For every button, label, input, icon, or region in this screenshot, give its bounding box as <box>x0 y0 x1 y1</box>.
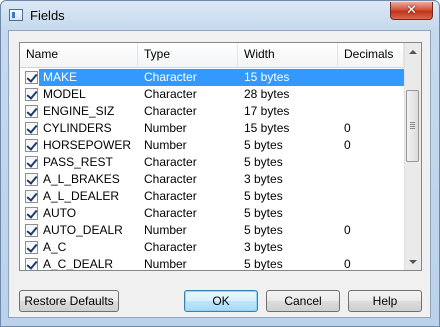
table-row[interactable]: AUTO Character 5 bytes <box>20 205 404 222</box>
scroll-down-button[interactable] <box>405 253 421 270</box>
field-checkbox[interactable] <box>25 88 38 101</box>
field-decimals: 0 <box>344 223 351 237</box>
field-name: AUTO <box>43 206 77 220</box>
grip-line <box>410 122 415 123</box>
field-width: 17 bytes <box>244 104 290 118</box>
table-row[interactable]: MODEL Character 28 bytes <box>20 86 404 103</box>
table-row[interactable]: ENGINE_SIZ Character 17 bytes <box>20 103 404 120</box>
field-decimals: 0 <box>344 138 351 152</box>
vertical-scrollbar[interactable] <box>404 43 421 270</box>
field-checkbox[interactable] <box>25 258 38 270</box>
field-checkbox[interactable] <box>25 139 38 152</box>
field-name: HORSEPOWER <box>43 138 132 152</box>
table-row[interactable]: PASS_REST Character 5 bytes <box>20 154 404 171</box>
arrow-up-icon <box>409 49 417 54</box>
field-type: Character <box>144 104 197 118</box>
field-checkbox[interactable] <box>25 156 38 169</box>
field-name: MAKE <box>43 70 78 84</box>
help-button[interactable]: Help <box>348 290 422 312</box>
table-row[interactable]: AUTO_DEALR Number 5 bytes 0 <box>20 222 404 239</box>
field-width: 28 bytes <box>244 87 290 101</box>
field-decimals: 0 <box>344 121 351 135</box>
field-checkbox[interactable] <box>25 173 38 186</box>
field-type: Character <box>144 87 197 101</box>
window-title: Fields <box>30 8 65 23</box>
field-checkbox[interactable] <box>25 241 38 254</box>
field-name: MODEL <box>43 87 86 101</box>
field-name: ENGINE_SIZ <box>43 104 115 118</box>
field-width: 5 bytes <box>244 257 283 271</box>
grip-line <box>410 124 415 125</box>
field-width: 3 bytes <box>244 240 283 254</box>
field-width: 15 bytes <box>244 121 290 135</box>
field-name: A_C_DEALR <box>43 257 114 271</box>
field-name: A_C <box>43 240 67 254</box>
grip-line <box>410 128 415 129</box>
title-bar[interactable]: Fields ✕ <box>1 1 439 31</box>
fields-list[interactable]: Name Type Width Decimals MAKE Character 15… <box>19 42 422 271</box>
fields-dialog: Fields ✕ Name Type Width Decimals MAKE Ch… <box>0 0 440 327</box>
field-checkbox[interactable] <box>25 105 38 118</box>
table-row[interactable]: A_L_DEALER Character 5 bytes <box>20 188 404 205</box>
table-row[interactable]: A_L_BRAKES Character 3 bytes <box>20 171 404 188</box>
window-app-icon <box>9 9 23 21</box>
field-type: Number <box>144 223 187 237</box>
grip-line <box>410 126 415 127</box>
field-width: 5 bytes <box>244 138 283 152</box>
restore-defaults-button[interactable]: Restore Defaults <box>19 290 119 312</box>
field-name: CYLINDERS <box>43 121 112 135</box>
field-width: 5 bytes <box>244 206 283 220</box>
close-icon: ✕ <box>406 3 417 18</box>
field-checkbox[interactable] <box>25 207 38 220</box>
column-header-decimals[interactable]: Decimals <box>338 43 404 66</box>
field-type: Character <box>144 70 197 84</box>
field-checkbox[interactable] <box>25 224 38 237</box>
cancel-button[interactable]: Cancel <box>266 290 340 312</box>
arrow-down-icon <box>409 259 417 264</box>
table-row[interactable]: CYLINDERS Number 15 bytes 0 <box>20 120 404 137</box>
field-type: Number <box>144 257 187 271</box>
scroll-up-button[interactable] <box>405 43 421 60</box>
table-row[interactable]: A_C Character 3 bytes <box>20 239 404 256</box>
dialog-body: Name Type Width Decimals MAKE Character 15… <box>8 30 431 318</box>
field-type: Character <box>144 155 197 169</box>
field-width: 3 bytes <box>244 172 283 186</box>
column-header-type[interactable]: Type <box>138 43 238 66</box>
field-type: Number <box>144 138 187 152</box>
field-checkbox[interactable] <box>25 122 38 135</box>
field-checkbox[interactable] <box>25 71 38 84</box>
field-width: 15 bytes <box>244 70 290 84</box>
table-row[interactable]: MAKE Character 15 bytes <box>20 69 404 86</box>
list-header: Name Type Width Decimals <box>20 43 404 68</box>
table-row[interactable]: HORSEPOWER Number 5 bytes 0 <box>20 137 404 154</box>
field-type: Character <box>144 206 197 220</box>
ok-button[interactable]: OK <box>184 290 258 312</box>
field-type: Number <box>144 121 187 135</box>
table-row[interactable]: A_C_DEALR Number 5 bytes 0 <box>20 256 404 271</box>
close-button[interactable]: ✕ <box>390 2 433 20</box>
field-name: AUTO_DEALR <box>43 223 123 237</box>
scroll-thumb[interactable] <box>406 90 419 162</box>
field-checkbox[interactable] <box>25 190 38 203</box>
selection-highlight <box>39 69 404 86</box>
field-name: A_L_BRAKES <box>43 172 120 186</box>
column-header-name[interactable]: Name <box>20 43 138 66</box>
field-width: 5 bytes <box>244 155 283 169</box>
field-name: PASS_REST <box>43 155 113 169</box>
field-name: A_L_DEALER <box>43 189 120 203</box>
field-width: 5 bytes <box>244 223 283 237</box>
field-type: Character <box>144 172 197 186</box>
field-type: Character <box>144 189 197 203</box>
column-header-width[interactable]: Width <box>238 43 338 66</box>
list-rows: MAKE Character 15 bytes MODEL Character 28 by… <box>20 69 404 271</box>
field-type: Character <box>144 240 197 254</box>
field-decimals: 0 <box>344 257 351 271</box>
field-width: 5 bytes <box>244 189 283 203</box>
